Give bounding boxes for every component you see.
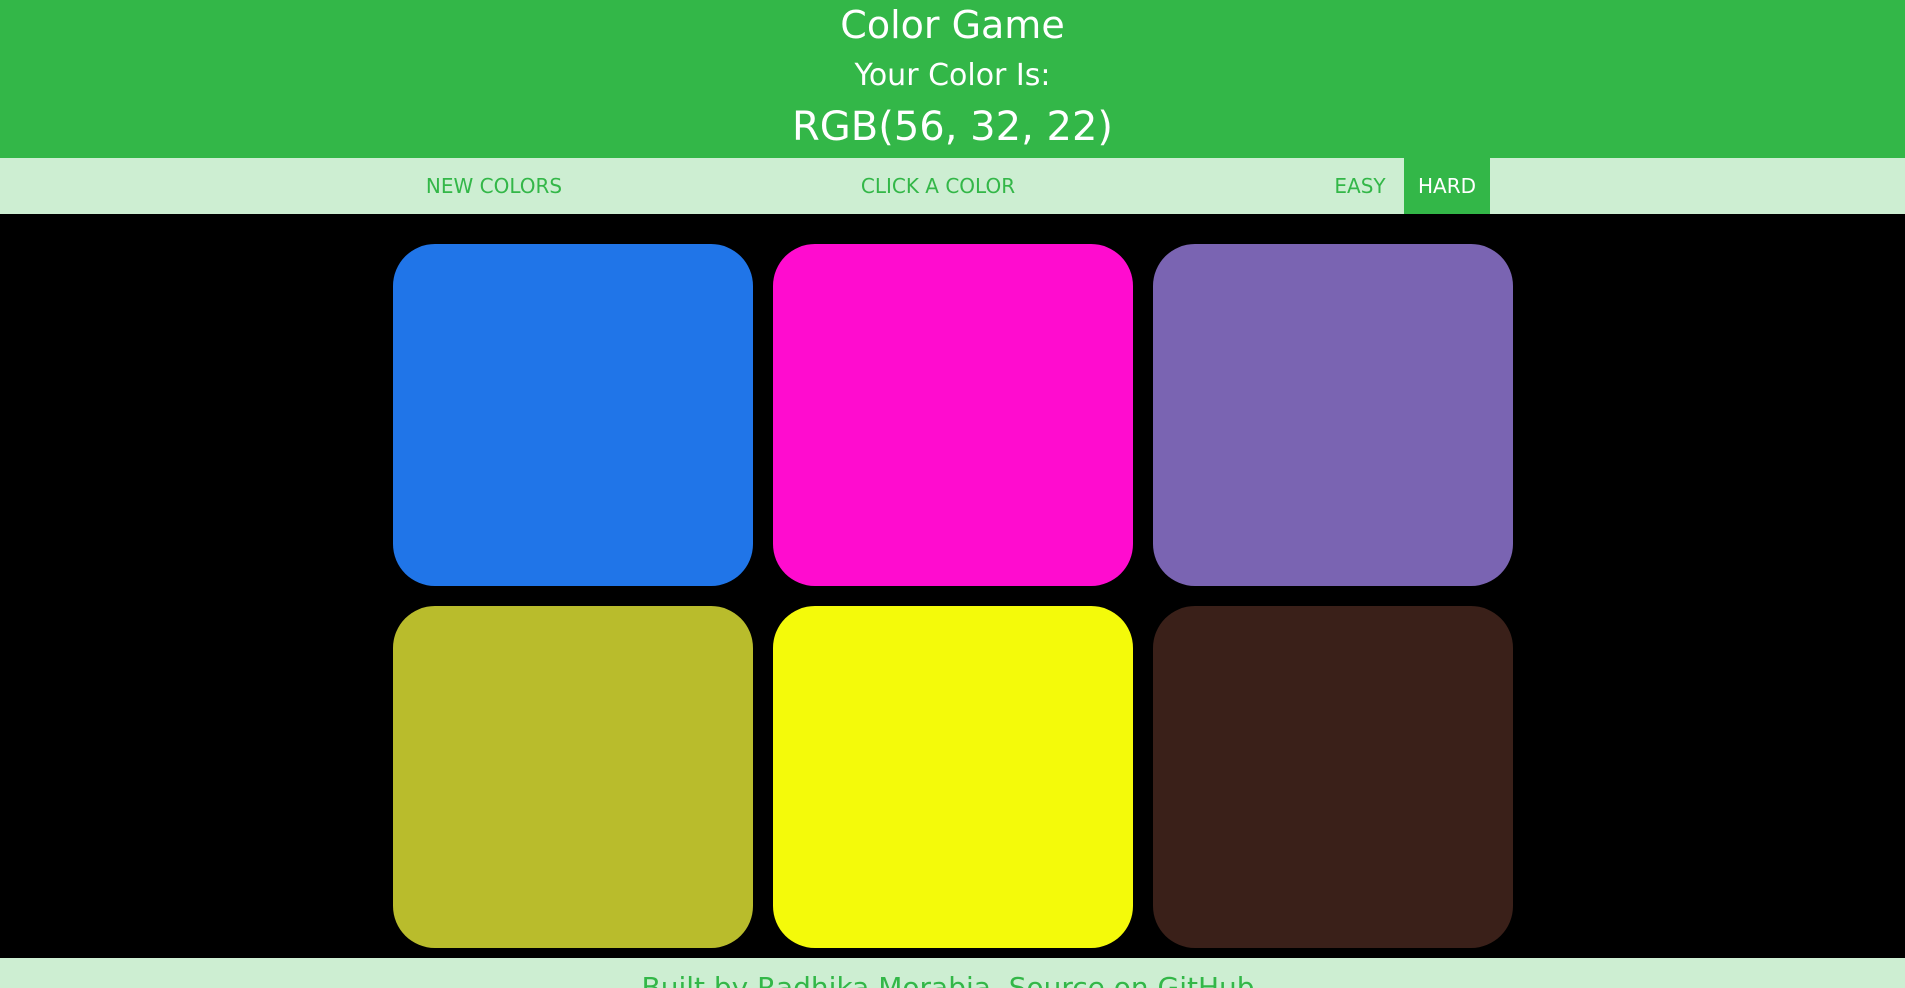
color-square[interactable] xyxy=(1153,244,1513,586)
color-square[interactable] xyxy=(773,606,1133,948)
easy-mode-button[interactable]: EASY xyxy=(1316,158,1404,214)
color-board xyxy=(0,214,1905,958)
target-rgb-display: RGB(56, 32, 22) xyxy=(792,104,1113,150)
header: Color Game Your Color Is: RGB(56, 32, 22… xyxy=(0,0,1905,158)
color-square[interactable] xyxy=(773,244,1133,586)
color-square[interactable] xyxy=(393,606,753,948)
footer: Built by Radhika Morabia. Source on GitH… xyxy=(0,958,1905,988)
menu-bar: NEW COLORS CLICK A COLOR EASY HARD xyxy=(0,158,1905,214)
footer-credit-link[interactable]: Built by Radhika Morabia. Source on GitH… xyxy=(0,971,1905,988)
hard-mode-button[interactable]: HARD xyxy=(1404,158,1490,214)
new-colors-button[interactable]: NEW COLORS xyxy=(408,158,580,214)
status-message: CLICK A COLOR xyxy=(860,174,1016,198)
color-square[interactable] xyxy=(1153,606,1513,948)
color-square[interactable] xyxy=(393,244,753,586)
game-title: Color Game xyxy=(840,3,1065,47)
color-prompt: Your Color Is: xyxy=(854,58,1051,93)
